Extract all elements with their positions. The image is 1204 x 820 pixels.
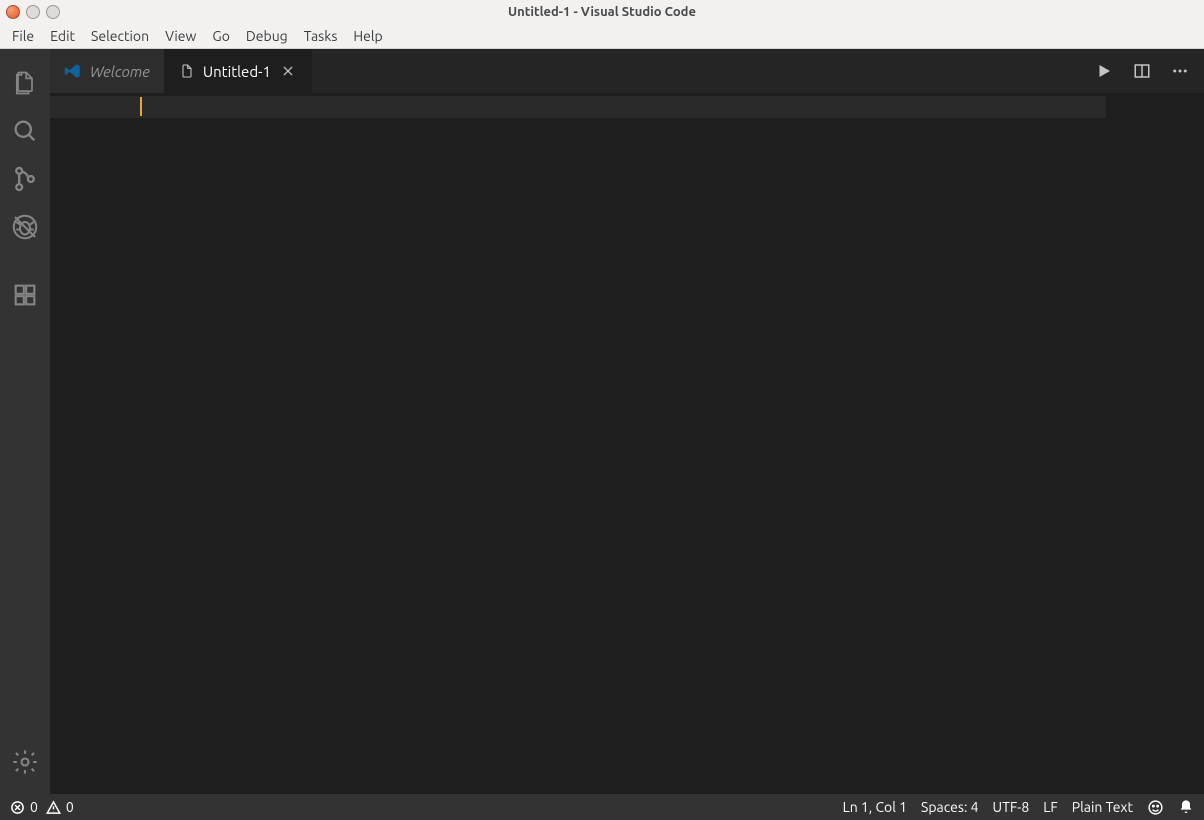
status-encoding[interactable]: UTF-8: [993, 799, 1030, 815]
play-icon: [1095, 62, 1113, 80]
source-control-icon: [11, 165, 39, 193]
editor-area: Welcome Untitled-1: [50, 49, 1204, 794]
bug-icon: [10, 212, 40, 242]
gear-icon: [11, 748, 39, 776]
window-close-button[interactable]: [6, 5, 20, 19]
extensions-icon: [11, 281, 39, 309]
menu-selection[interactable]: Selection: [83, 26, 157, 46]
error-icon: [10, 800, 25, 815]
activity-extensions[interactable]: [0, 271, 50, 319]
warning-count: 0: [66, 799, 74, 815]
activity-explorer[interactable]: [0, 59, 50, 107]
menu-file[interactable]: File: [4, 26, 42, 46]
app: Welcome Untitled-1: [0, 49, 1204, 794]
run-button[interactable]: [1092, 59, 1116, 83]
search-icon: [11, 117, 39, 145]
status-notifications[interactable]: [1178, 799, 1194, 815]
file-icon: [179, 63, 195, 79]
tab-label: Welcome: [90, 63, 150, 80]
editor-tabs: Welcome Untitled-1: [50, 49, 1204, 93]
more-icon: [1171, 62, 1189, 80]
activity-bar: [0, 49, 50, 794]
error-count: 0: [30, 799, 38, 815]
minimap[interactable]: [1108, 93, 1204, 794]
activity-settings[interactable]: [0, 738, 50, 786]
files-icon: [11, 69, 39, 97]
status-ln-col[interactable]: Ln 1, Col 1: [843, 799, 907, 815]
warning-icon: [46, 800, 61, 815]
os-titlebar: Untitled-1 - Visual Studio Code: [0, 0, 1204, 24]
activity-debug[interactable]: [0, 203, 50, 251]
menu-help[interactable]: Help: [345, 26, 390, 46]
smiley-icon: [1147, 799, 1164, 816]
bell-icon: [1178, 799, 1194, 815]
tab-welcome[interactable]: Welcome: [50, 49, 165, 93]
window-title: Untitled-1 - Visual Studio Code: [508, 5, 696, 19]
tab-close-button[interactable]: [279, 62, 297, 80]
status-errors[interactable]: 0: [10, 799, 38, 815]
window-maximize-button[interactable]: [46, 5, 60, 19]
status-language[interactable]: Plain Text: [1072, 799, 1133, 815]
status-feedback[interactable]: [1147, 799, 1164, 816]
menu-go[interactable]: Go: [204, 26, 237, 46]
menu-tasks[interactable]: Tasks: [296, 26, 346, 46]
more-actions-button[interactable]: [1168, 59, 1192, 83]
status-indent[interactable]: Spaces: 4: [921, 799, 979, 815]
code-area[interactable]: [140, 93, 1108, 794]
tab-untitled-1[interactable]: Untitled-1: [165, 49, 312, 93]
status-eol[interactable]: LF: [1043, 799, 1058, 815]
status-warnings[interactable]: 0: [46, 799, 74, 815]
window-minimize-button[interactable]: [26, 5, 40, 19]
status-bar: 0 0 Ln 1, Col 1 Spaces: 4 UTF-8 LF Plain…: [0, 794, 1204, 820]
text-cursor: [140, 97, 142, 116]
close-icon: [281, 64, 295, 78]
vscode-icon: [64, 62, 82, 80]
activity-scm[interactable]: [0, 155, 50, 203]
tab-label: Untitled-1: [203, 63, 271, 80]
line-gutter: 1: [50, 93, 140, 794]
activity-search[interactable]: [0, 107, 50, 155]
menu-view[interactable]: View: [157, 26, 204, 46]
split-editor-button[interactable]: [1130, 59, 1154, 83]
editor-body[interactable]: 1: [50, 93, 1204, 794]
menubar: File Edit Selection View Go Debug Tasks …: [0, 24, 1204, 49]
menu-edit[interactable]: Edit: [42, 26, 83, 46]
split-icon: [1133, 62, 1151, 80]
menu-debug[interactable]: Debug: [238, 26, 296, 46]
